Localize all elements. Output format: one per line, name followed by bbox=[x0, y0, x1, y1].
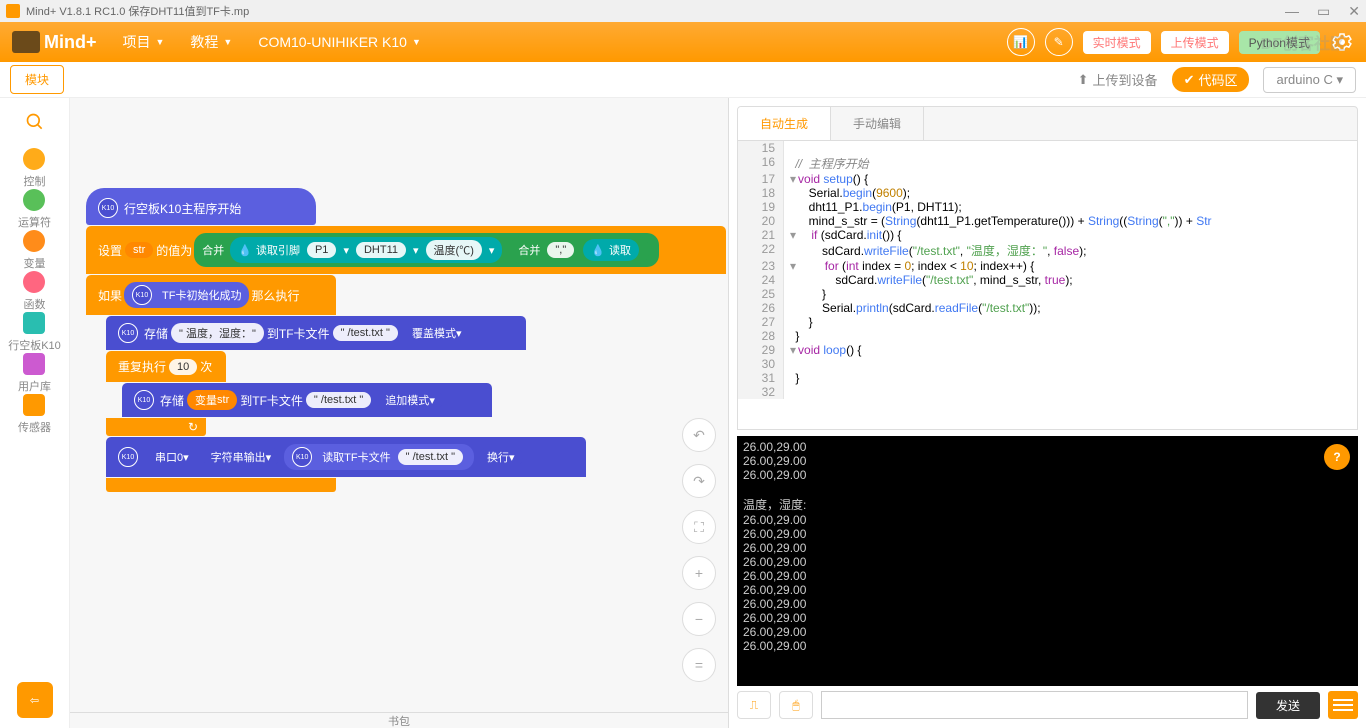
code-line[interactable]: 32 bbox=[738, 385, 1357, 399]
search-button[interactable] bbox=[25, 112, 45, 132]
terminal-line: 26.00,29.00 bbox=[743, 513, 1352, 527]
zoom-in-button[interactable]: + bbox=[682, 556, 716, 590]
upload-mode-button[interactable]: 上传模式 bbox=[1161, 31, 1229, 54]
terminal-help-icon[interactable]: ? bbox=[1324, 444, 1350, 470]
chart-icon[interactable]: 📊 bbox=[1007, 28, 1035, 56]
terminal-menu-icon[interactable] bbox=[1328, 691, 1358, 719]
app-icon bbox=[6, 4, 20, 18]
terminal-line: 26.00,29.00 bbox=[743, 555, 1352, 569]
code-area-chip[interactable]: ✔ 代码区 bbox=[1172, 67, 1250, 92]
join-block[interactable]: 合并 💧读取引脚 P1▾ DHT11▾ 温度(℃)▾ 合并 "," 💧 读取 bbox=[194, 233, 659, 267]
python-mode-button[interactable]: Python模式 bbox=[1239, 31, 1320, 54]
realtime-mode-button[interactable]: 实时模式 bbox=[1083, 31, 1151, 54]
code-line[interactable]: 23▾ for (int index = 0; index < 10; inde… bbox=[738, 259, 1357, 273]
code-line[interactable]: 21▾ if (sdCard.init()) { bbox=[738, 228, 1357, 242]
code-line[interactable]: 31 } bbox=[738, 371, 1357, 385]
code-line[interactable]: 24 sdCard.writeFile("/test.txt", mind_s_… bbox=[738, 273, 1357, 287]
if-block[interactable]: 如果 K10TF卡初始化成功 那么执行 bbox=[86, 275, 336, 315]
category-控制[interactable]: 控制 bbox=[8, 148, 61, 189]
tab-auto[interactable]: 自动生成 bbox=[738, 107, 831, 140]
category-函数[interactable]: 函数 bbox=[8, 271, 61, 312]
code-line[interactable]: 15 bbox=[738, 141, 1357, 155]
minimize-button[interactable]: — bbox=[1285, 3, 1299, 20]
store-block-1[interactable]: K10存储 " 温度，湿度：" 到TF卡文件 " /test.txt " 覆盖模… bbox=[106, 316, 526, 350]
logo: Mind+ bbox=[12, 31, 97, 53]
menu-tutorial[interactable]: 教程▼ bbox=[190, 32, 232, 52]
store-block-2[interactable]: K10存储 变量 str 到TF卡文件 " /test.txt " 追加模式 ▾ bbox=[122, 383, 492, 417]
terminal-toolbar: ⎍ 🖱 发送 bbox=[737, 688, 1358, 722]
zoom-out-button[interactable]: − bbox=[682, 602, 716, 636]
code-line[interactable]: 22 sdCard.writeFile("/test.txt", "温度，湿度：… bbox=[738, 242, 1357, 259]
category-变量[interactable]: 变量 bbox=[8, 230, 61, 271]
menu-project[interactable]: 项目▼ bbox=[123, 32, 165, 52]
code-line[interactable]: 27 } bbox=[738, 315, 1357, 329]
sub-toolbar: 模块 ⬆ 上传到设备 ✔ 代码区 arduino C ▾ bbox=[0, 62, 1366, 98]
set-var-block[interactable]: 设置 str 的值为 合并 💧读取引脚 P1▾ DHT11▾ 温度(℃)▾ 合并… bbox=[86, 226, 726, 274]
code-line[interactable]: 16 // 主程序开始 bbox=[738, 155, 1357, 172]
menu-port[interactable]: COM10-UNIHIKER K10▼ bbox=[258, 32, 421, 52]
terminal-line: 26.00,29.00 bbox=[743, 569, 1352, 583]
terminal-line: 26.00,29.00 bbox=[743, 639, 1352, 653]
tab-manual[interactable]: 手动编辑 bbox=[831, 107, 924, 140]
code-line[interactable]: 18 Serial.begin(9600); bbox=[738, 186, 1357, 200]
serial-terminal[interactable]: ? 26.00,29.0026.00,29.0026.00,29.00 温度，湿… bbox=[737, 436, 1358, 686]
terminal-line: 26.00,29.00 bbox=[743, 527, 1352, 541]
code-tabs: 自动生成 手动编辑 bbox=[737, 106, 1358, 141]
category-行空板K10[interactable]: 行空板K10 bbox=[8, 312, 61, 353]
code-line[interactable]: 25 } bbox=[738, 287, 1357, 301]
extension-button[interactable]: ⇦ bbox=[17, 682, 53, 718]
code-line[interactable]: 26 Serial.println(sdCard.readFile("/test… bbox=[738, 301, 1357, 315]
terminal-line: 26.00,29.00 bbox=[743, 611, 1352, 625]
category-用户库[interactable]: 用户库 bbox=[8, 353, 61, 394]
bookbag[interactable]: 书包 bbox=[70, 712, 728, 728]
titlebar: Mind+ V1.8.1 RC1.0 保存DHT11值到TF卡.mp — ▭ ✕ bbox=[0, 0, 1366, 22]
category-sidebar: 控制运算符变量函数行空板K10用户库传感器 ⇦ bbox=[0, 98, 70, 728]
block-canvas[interactable]: K10行空板K10主程序开始 设置 str 的值为 合并 💧读取引脚 P1▾ D… bbox=[70, 98, 728, 728]
serial-input[interactable] bbox=[821, 691, 1248, 719]
terminal-line: 26.00,29.00 bbox=[743, 440, 1352, 454]
terminal-line bbox=[743, 482, 1352, 496]
undo-button[interactable]: ↶ bbox=[682, 418, 716, 452]
code-line[interactable]: 17▾void setup() { bbox=[738, 172, 1357, 186]
terminal-line: 26.00,29.00 bbox=[743, 541, 1352, 555]
mouse-icon[interactable]: 🖱 bbox=[779, 691, 813, 719]
category-传感器[interactable]: 传感器 bbox=[8, 394, 61, 435]
upload-to-device[interactable]: ⬆ 上传到设备 bbox=[1078, 70, 1158, 89]
menubar: Mind+ 项目▼ 教程▼ COM10-UNIHIKER K10▼ 📊 ✎ 实时… bbox=[0, 22, 1366, 62]
terminal-line: 26.00,29.00 bbox=[743, 583, 1352, 597]
logo-text: Mind+ bbox=[44, 32, 97, 53]
zoom-reset-button[interactable]: = bbox=[682, 648, 716, 682]
code-line[interactable]: 20 mind_s_str = (String(dht11_P1.getTemp… bbox=[738, 214, 1357, 228]
terminal-line: 26.00,29.00 bbox=[743, 597, 1352, 611]
settings-icon[interactable] bbox=[1330, 30, 1354, 54]
close-button[interactable]: ✕ bbox=[1348, 3, 1360, 20]
terminal-line: 温度，湿度: bbox=[743, 496, 1352, 513]
code-line[interactable]: 29▾void loop() { bbox=[738, 343, 1357, 357]
repeat-block[interactable]: 重复执行10次 bbox=[106, 351, 226, 382]
crop-button[interactable]: ⛶ bbox=[682, 510, 716, 544]
terminal-line: 26.00,29.00 bbox=[743, 454, 1352, 468]
code-editor[interactable]: 15 16 // 主程序开始17▾void setup() {18 Serial… bbox=[737, 141, 1358, 430]
usb-icon[interactable]: ⎍ bbox=[737, 691, 771, 719]
serial-block[interactable]: K10 串口0 ▾ 字符串输出 ▾ K10读取TF卡文件 " /test.txt… bbox=[106, 437, 586, 477]
redo-button[interactable]: ↷ bbox=[682, 464, 716, 498]
right-panel: 自动生成 手动编辑 15 16 // 主程序开始17▾void setup() … bbox=[728, 98, 1366, 728]
terminal-line: 26.00,29.00 bbox=[743, 625, 1352, 639]
window-title: Mind+ V1.8.1 RC1.0 保存DHT11值到TF卡.mp bbox=[26, 3, 249, 19]
code-line[interactable]: 19 dht11_P1.begin(P1, DHT11); bbox=[738, 200, 1357, 214]
hat-block[interactable]: K10行空板K10主程序开始 bbox=[86, 188, 316, 225]
language-select[interactable]: arduino C ▾ bbox=[1263, 67, 1356, 93]
send-button[interactable]: 发送 bbox=[1256, 692, 1320, 719]
block-stack[interactable]: K10行空板K10主程序开始 设置 str 的值为 合并 💧读取引脚 P1▾ D… bbox=[86, 188, 726, 493]
loop-end[interactable]: ↻ bbox=[106, 418, 206, 436]
logo-icon bbox=[12, 31, 40, 53]
category-运算符[interactable]: 运算符 bbox=[8, 189, 61, 230]
code-line[interactable]: 30 bbox=[738, 357, 1357, 371]
code-line[interactable]: 28 } bbox=[738, 329, 1357, 343]
module-button[interactable]: 模块 bbox=[10, 65, 64, 94]
maximize-button[interactable]: ▭ bbox=[1317, 3, 1330, 20]
if-end[interactable] bbox=[106, 478, 336, 492]
edit-icon[interactable]: ✎ bbox=[1045, 28, 1073, 56]
terminal-line: 26.00,29.00 bbox=[743, 468, 1352, 482]
